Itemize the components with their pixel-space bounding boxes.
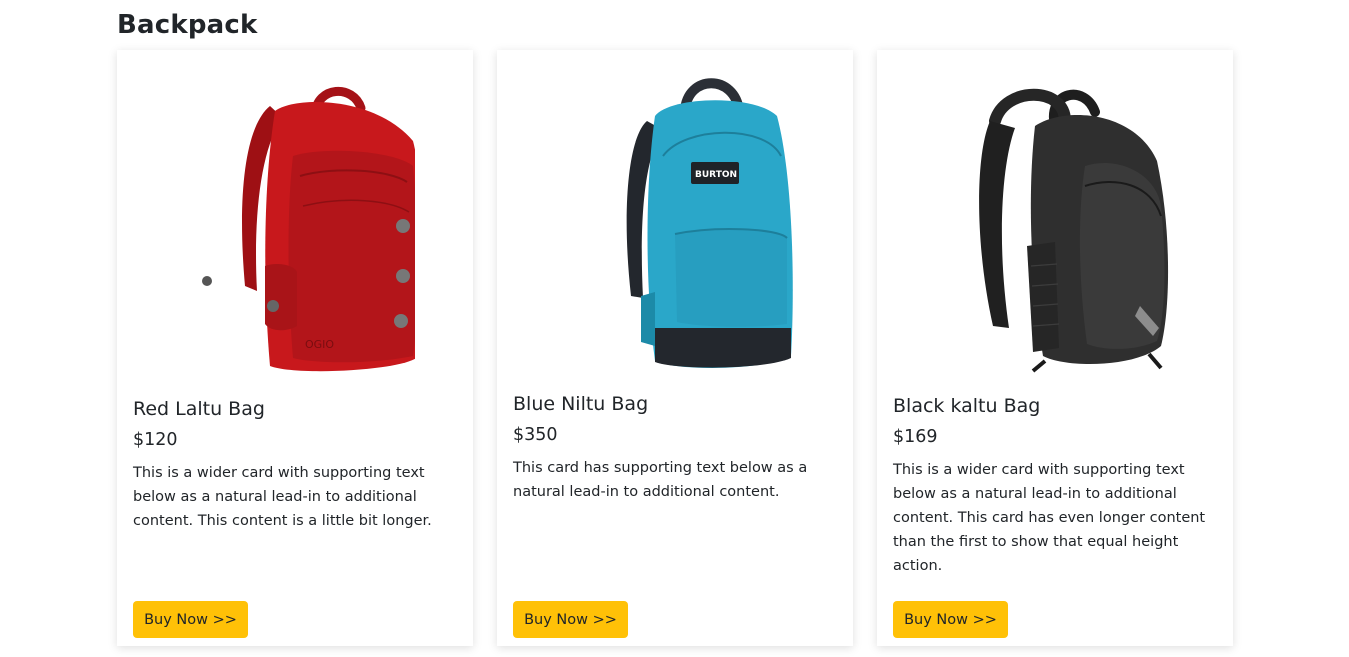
product-name: Blue Niltu Bag bbox=[513, 393, 649, 415]
svg-text:OGIO: OGIO bbox=[305, 338, 334, 351]
product-description: This card has supporting text below as a… bbox=[513, 460, 808, 500]
buy-now-button[interactable]: Buy Now >> bbox=[133, 601, 248, 638]
product-name: Black kaltu Bag bbox=[893, 395, 1041, 417]
product-name: Red Laltu Bag bbox=[133, 398, 265, 420]
product-card: Black kaltu Bag $169 This is a wider car… bbox=[877, 50, 1233, 646]
page-title: Backpack bbox=[117, 10, 258, 40]
product-price: $120 bbox=[133, 430, 178, 450]
blue-backpack-image: BURTON bbox=[626, 78, 793, 368]
product-description: This is a wider card with supporting tex… bbox=[893, 462, 1206, 574]
svg-text:BURTON: BURTON bbox=[695, 170, 737, 180]
product-image: OGIO bbox=[117, 66, 473, 386]
product-image bbox=[877, 66, 1233, 386]
red-backpack-image: OGIO bbox=[202, 87, 415, 372]
product-card: BURTON Blue Niltu Bag $350 This card has… bbox=[497, 50, 853, 646]
product-description: This is a wider card with supporting tex… bbox=[133, 465, 432, 529]
black-backpack-image bbox=[979, 88, 1169, 373]
product-image: BURTON bbox=[497, 66, 853, 386]
buy-now-button[interactable]: Buy Now >> bbox=[893, 601, 1008, 638]
buy-now-button[interactable]: Buy Now >> bbox=[513, 601, 628, 638]
product-price: $169 bbox=[893, 427, 938, 447]
product-price: $350 bbox=[513, 425, 558, 445]
product-card: OGIO Red Laltu Bag $120 This is a wider … bbox=[117, 50, 473, 646]
